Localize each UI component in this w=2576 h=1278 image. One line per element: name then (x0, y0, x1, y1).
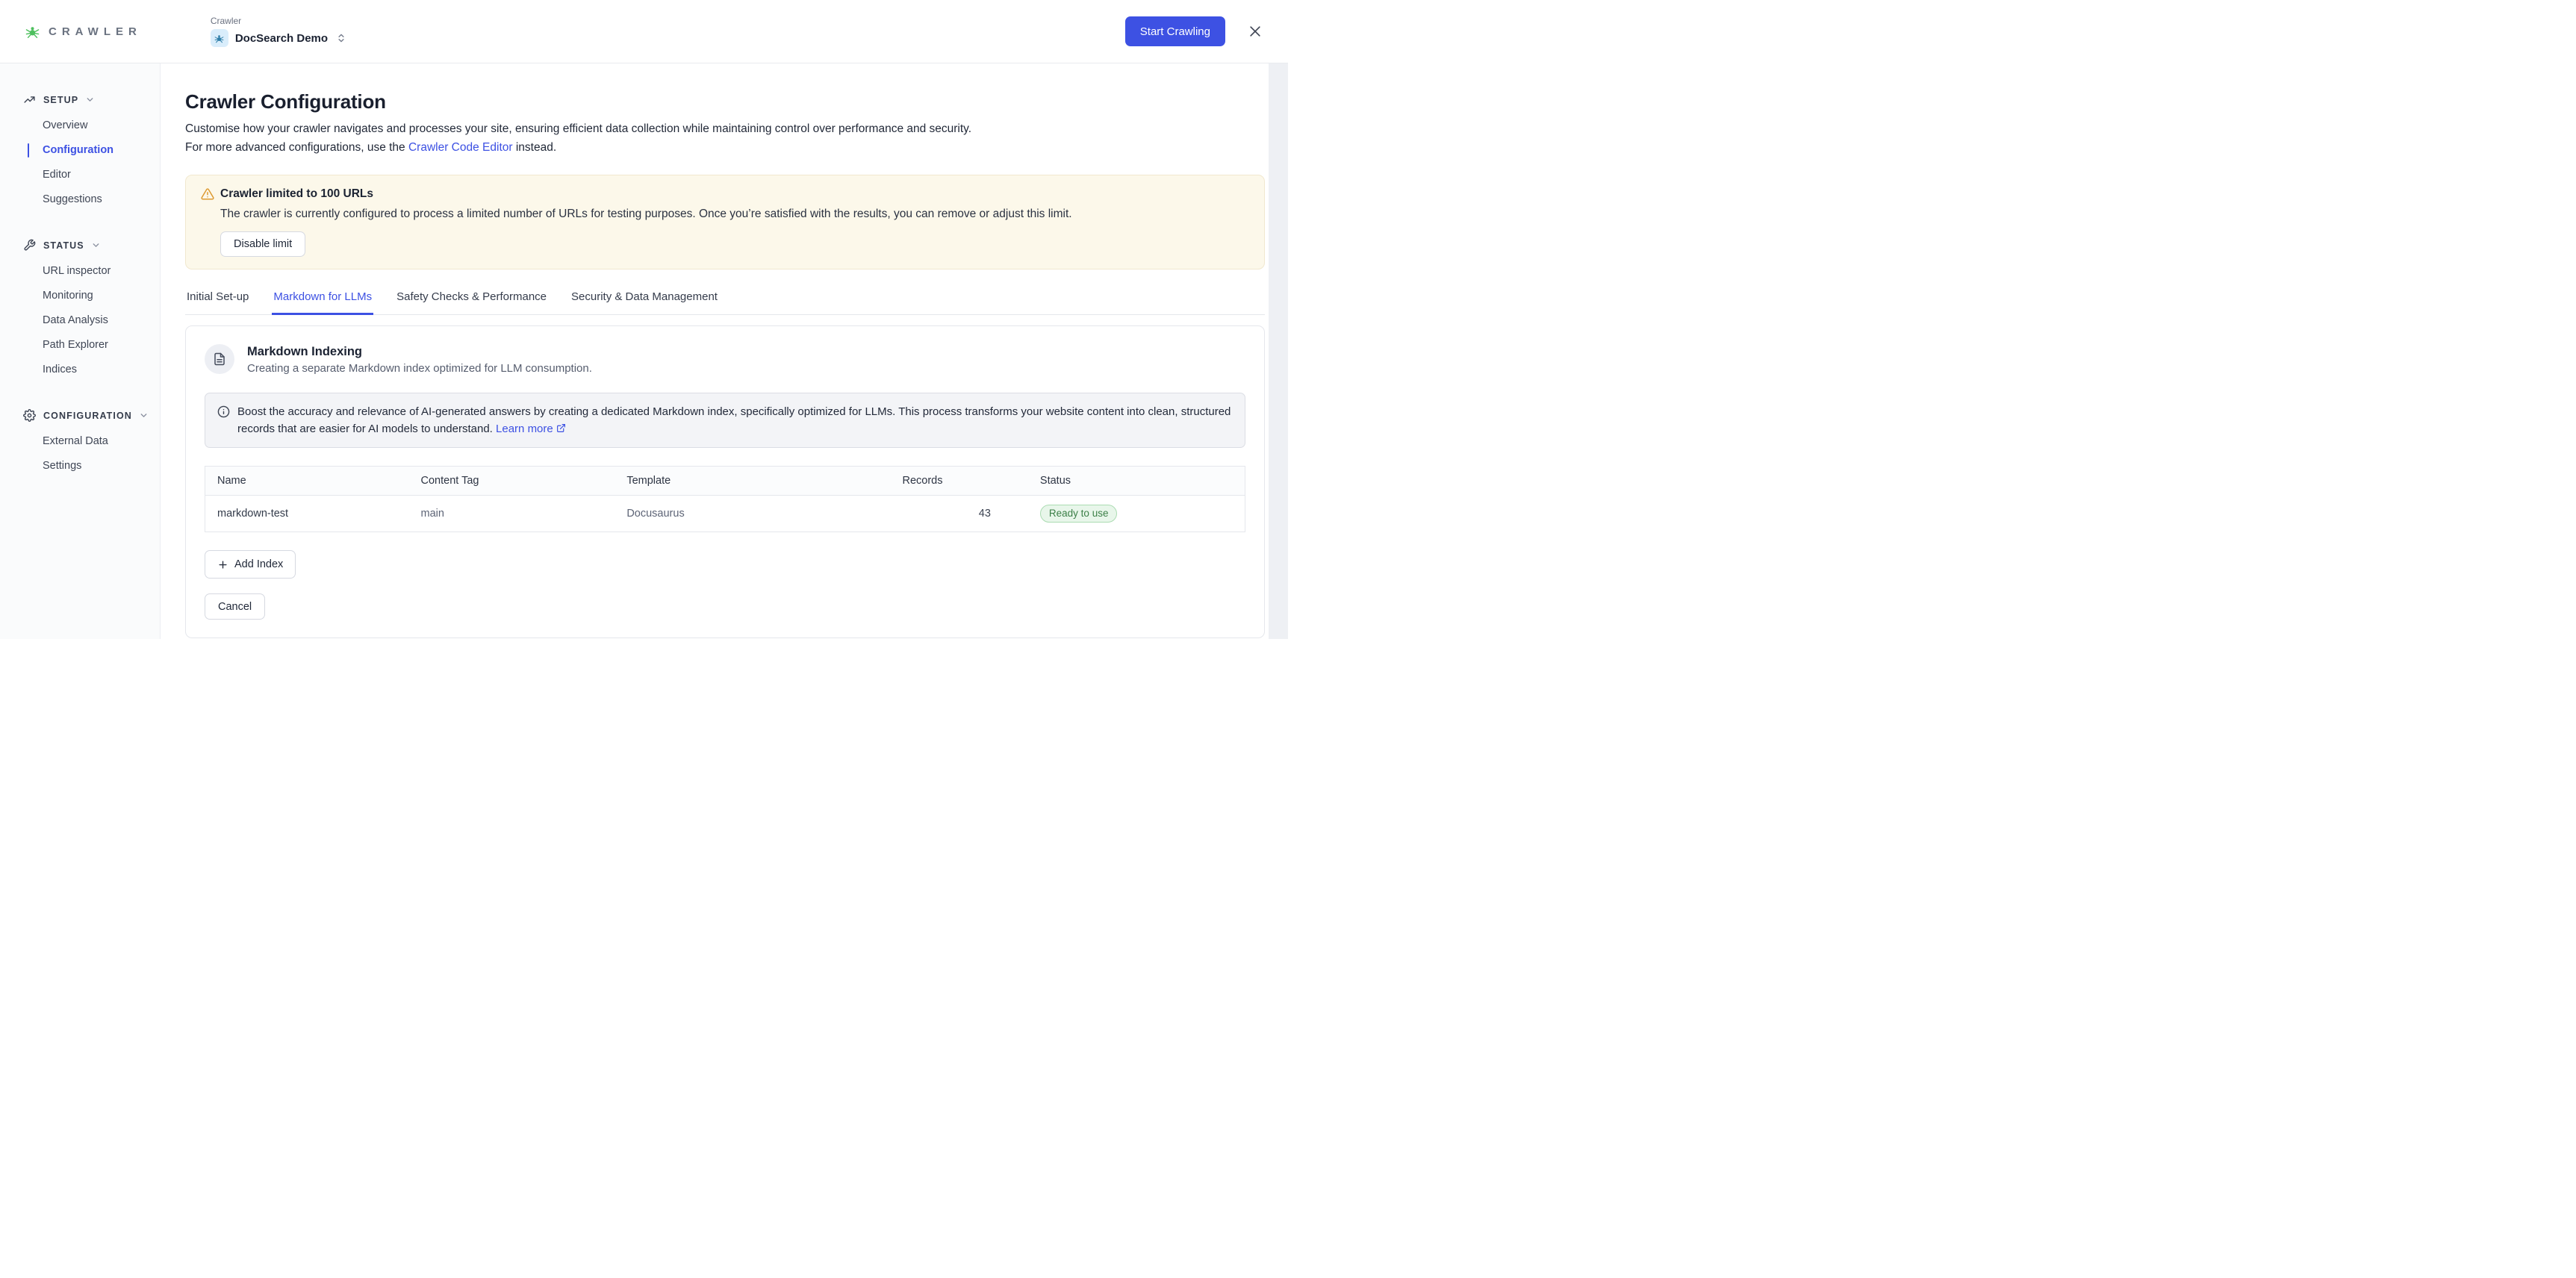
spider-icon (25, 24, 40, 40)
sidebar-item-path-explorer[interactable]: Path Explorer (0, 333, 160, 358)
sidebar-item-overview[interactable]: Overview (0, 113, 160, 138)
chevron-down-icon (139, 411, 149, 420)
scrollbar-gutter[interactable] (1269, 63, 1288, 639)
column-header-name: Name (205, 467, 409, 496)
tab-security-data-management[interactable]: Security & Data Management (570, 290, 719, 315)
info-text: Boost the accuracy and relevance of AI-g… (237, 403, 1233, 437)
sidebar-section-status: STATUS URL inspector Monitoring Data Ana… (0, 239, 160, 382)
card-title: Markdown Indexing (247, 345, 592, 359)
content-tag-cell: main (409, 496, 615, 532)
info-circle-icon (217, 405, 230, 418)
sidebar-item-url-inspector[interactable]: URL inspector (0, 259, 160, 284)
index-name-cell: markdown-test (205, 496, 409, 532)
status-badge: Ready to use (1040, 505, 1118, 523)
sidebar-header-status[interactable]: STATUS (0, 239, 160, 252)
sidebar-item-suggestions[interactable]: Suggestions (0, 187, 160, 212)
warning-body: The crawler is currently configured to p… (220, 205, 1248, 222)
sidebar-section-setup: SETUP Overview Configuration Editor Sugg… (0, 93, 160, 212)
tab-markdown-for-llms[interactable]: Markdown for LLMs (272, 290, 373, 315)
chevron-down-icon (91, 240, 101, 250)
brand-logo: CRAWLER (25, 24, 142, 40)
column-header-status: Status (1003, 467, 1245, 496)
column-header-content-tag: Content Tag (409, 467, 615, 496)
sidebar-item-external-data[interactable]: External Data (0, 429, 160, 454)
markdown-info-box: Boost the accuracy and relevance of AI-g… (205, 393, 1245, 448)
column-header-template: Template (615, 467, 890, 496)
warning-title: Crawler limited to 100 URLs (220, 187, 373, 201)
markdown-indexing-card: Markdown Indexing Creating a separate Ma… (185, 325, 1265, 638)
plus-icon (217, 559, 228, 570)
template-cell: Docusaurus (615, 496, 890, 532)
tab-initial-set-up[interactable]: Initial Set-up (185, 290, 250, 315)
gear-icon (23, 409, 36, 422)
sidebar-section-configuration: CONFIGURATION External Data Settings (0, 409, 160, 479)
sidebar-item-configuration[interactable]: Configuration (0, 138, 160, 163)
status-cell: Ready to use (1003, 496, 1245, 532)
sidebar-item-indices[interactable]: Indices (0, 358, 160, 382)
learn-more-label: Learn more (496, 423, 553, 435)
card-subtitle: Creating a separate Markdown index optim… (247, 362, 592, 375)
configuration-tabs: Initial Set-up Markdown for LLMs Safety … (185, 290, 1265, 315)
crawler-code-editor-link[interactable]: Crawler Code Editor (408, 141, 513, 154)
column-header-records: Records (890, 467, 1002, 496)
sidebar-header-setup[interactable]: SETUP (0, 93, 160, 106)
crawler-selector-label: Crawler (211, 16, 346, 26)
sidebar: SETUP Overview Configuration Editor Sugg… (0, 63, 161, 639)
add-index-button[interactable]: Add Index (205, 550, 296, 579)
sidebar-section-label: STATUS (43, 240, 84, 251)
table-row[interactable]: markdown-test main Docusaurus 43 Ready t… (205, 496, 1245, 532)
learn-more-link[interactable]: Learn more (496, 423, 566, 435)
close-icon[interactable] (1248, 24, 1263, 39)
trending-up-icon (23, 93, 36, 106)
tab-safety-checks-performance[interactable]: Safety Checks & Performance (395, 290, 548, 315)
sidebar-section-label: CONFIGURATION (43, 411, 132, 421)
warning-triangle-icon (201, 187, 214, 201)
top-bar: CRAWLER Crawler DocSearch Demo Start Cra… (0, 0, 1288, 63)
table-header-row: Name Content Tag Template Records Status (205, 467, 1245, 496)
start-crawling-button[interactable]: Start Crawling (1125, 16, 1225, 46)
sidebar-header-configuration[interactable]: CONFIGURATION (0, 409, 160, 422)
description-line-2-suffix: instead. (513, 141, 557, 154)
sidebar-item-editor[interactable]: Editor (0, 163, 160, 187)
brand-wordmark: CRAWLER (49, 25, 142, 38)
url-limit-warning-banner: Crawler limited to 100 URLs The crawler … (185, 175, 1265, 269)
description-line-1: Customise how your crawler navigates and… (185, 122, 971, 135)
main-content: Crawler Configuration Customise how your… (161, 63, 1288, 639)
description-line-2-prefix: For more advanced configurations, use th… (185, 141, 408, 154)
document-icon (205, 344, 234, 374)
sidebar-item-data-analysis[interactable]: Data Analysis (0, 308, 160, 333)
page-description: Customise how your crawler navigates and… (185, 120, 1265, 157)
cancel-button[interactable]: Cancel (205, 593, 265, 620)
info-text-body: Boost the accuracy and relevance of AI-g… (237, 405, 1231, 435)
records-cell: 43 (890, 496, 1002, 532)
wrench-icon (23, 239, 36, 252)
page-title: Crawler Configuration (185, 90, 1265, 113)
external-link-icon (556, 423, 566, 433)
sidebar-item-settings[interactable]: Settings (0, 454, 160, 479)
crawler-name: DocSearch Demo (235, 32, 328, 45)
crawler-app-window: CRAWLER Crawler DocSearch Demo Start Cra… (0, 0, 1288, 639)
add-index-label: Add Index (234, 558, 283, 570)
crawler-selector[interactable]: Crawler DocSearch Demo (211, 16, 346, 47)
chevron-down-icon (85, 95, 95, 105)
crawler-badge-icon (211, 29, 228, 47)
sidebar-item-monitoring[interactable]: Monitoring (0, 284, 160, 308)
sidebar-section-label: SETUP (43, 95, 78, 105)
disable-limit-button[interactable]: Disable limit (220, 231, 305, 257)
chevron-up-down-icon (336, 33, 346, 43)
markdown-index-table: Name Content Tag Template Records Status… (205, 466, 1245, 532)
